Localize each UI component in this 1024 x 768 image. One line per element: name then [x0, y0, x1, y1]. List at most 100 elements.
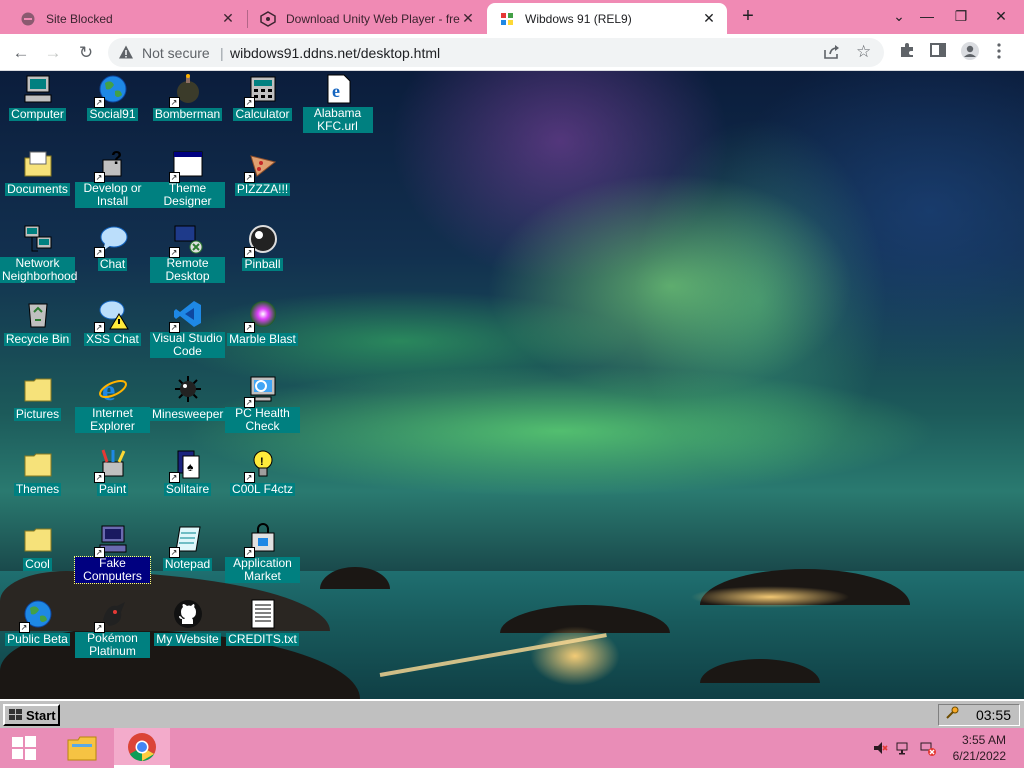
computer-icon: [22, 73, 54, 105]
desktop-icon-network-neighborhood[interactable]: Network Neighborhood: [0, 223, 77, 285]
desktop-icon-label: Social91: [87, 107, 138, 121]
forward-button[interactable]: →: [40, 40, 66, 66]
desktop-icon-pinball[interactable]: ↗ Pinball: [225, 223, 300, 273]
desktop-icon-pc-health-check[interactable]: ↗ PC Health Check: [225, 373, 300, 435]
profile-avatar-icon[interactable]: [960, 41, 980, 66]
desktop-icon-label: Themes: [13, 482, 62, 496]
desktop-icon-themes[interactable]: Themes: [0, 448, 75, 498]
desktop-icon-theme-designer[interactable]: ↗ Theme Designer: [150, 148, 225, 210]
mine-icon: [172, 373, 204, 405]
desktop-icon-pizza[interactable]: ↗ PIZZZA!!!: [225, 148, 300, 198]
shortcut-arrow-icon: ↗: [93, 247, 105, 258]
desktop-icon-pokemon-platinum[interactable]: ↗ Pokémon Platinum: [75, 598, 150, 660]
desktop-icon-application-market[interactable]: ↗ Application Market: [225, 523, 300, 585]
desktop-icon-label: Minesweeper: [150, 407, 225, 421]
w91-system-tray: 03:55: [938, 704, 1020, 726]
desktop-icon-remote-desktop[interactable]: ↗ Remote Desktop: [150, 223, 225, 285]
desktop-icon-alabama-kfc[interactable]: e Alabama KFC.url: [300, 73, 375, 135]
notepad-icon: ↗: [168, 523, 204, 558]
desktop-icon-develop-install[interactable]: ? ↗ Develop or Install: [75, 148, 150, 210]
desktop-icon-solitaire[interactable]: ♠ ↗ Solitaire: [150, 448, 225, 498]
desktop-icon-xss-chat[interactable]: ↗ XSS Chat: [75, 298, 150, 348]
desktop-icon-my-website[interactable]: My Website: [150, 598, 225, 648]
share-icon[interactable]: [822, 43, 840, 66]
desktop-icon-internet-explorer[interactable]: e Internet Explorer: [75, 373, 150, 435]
desktop-icon-label: Calculator: [233, 107, 292, 121]
file-explorer-icon: [67, 736, 97, 761]
shortcut-arrow-icon: ↗: [243, 97, 255, 108]
warning-icon[interactable]: [118, 44, 134, 65]
taskbar-file-explorer[interactable]: [54, 728, 110, 768]
close-window-button[interactable]: ✕: [984, 0, 1018, 34]
desktop-icon-label: Pinball: [242, 257, 283, 271]
bookmark-star-icon[interactable]: ☆: [856, 42, 871, 62]
shopping-bag-icon: ↗: [243, 523, 279, 558]
browser-tab-strip: Site Blocked ✕ Download Unity Web Player…: [0, 0, 1024, 34]
desktop-icon-calculator[interactable]: ↗ Calculator: [225, 73, 300, 123]
taskbar-chrome[interactable]: [114, 728, 170, 768]
w91-start-button[interactable]: Start: [3, 704, 60, 726]
security-status[interactable]: Not secure: [142, 45, 210, 61]
desktop-icon-label: Pokémon Platinum: [75, 632, 150, 658]
extensions-puzzle-icon[interactable]: [898, 41, 916, 64]
svg-text:e: e: [332, 81, 340, 101]
tab-wibdows-91[interactable]: Wibdows 91 (REL9) ✕: [487, 3, 727, 34]
desktop-icon-cool[interactable]: Cool: [0, 523, 75, 573]
tab-close-icon[interactable]: ✕: [460, 10, 476, 27]
network-icon[interactable]: [896, 740, 912, 756]
side-panel-icon[interactable]: [929, 41, 947, 64]
desktop-icon-minesweeper[interactable]: Minesweeper: [150, 373, 225, 423]
shortcut-arrow-icon: ↗: [93, 622, 105, 633]
desktop-icon-pictures[interactable]: Pictures: [0, 373, 75, 423]
menu-kebab-icon[interactable]: [996, 43, 1002, 64]
tab-close-icon[interactable]: ✕: [220, 10, 236, 27]
address-bar[interactable]: Not secure | wibdows91.ddns.net/desktop.…: [108, 38, 884, 67]
desktop-icon-computer[interactable]: Computer: [0, 73, 75, 123]
health-check-icon: ↗: [243, 373, 279, 408]
desktop-icon-marble-blast[interactable]: ↗ Marble Blast: [225, 298, 300, 348]
desktop-icon-chat[interactable]: ↗ Chat: [75, 223, 150, 273]
desktop-icon-documents[interactable]: Documents: [0, 148, 75, 198]
desktop-icon-credits[interactable]: CREDITS.txt: [225, 598, 300, 648]
wibdows91-desktop[interactable]: Computer ↗ Social91 ↗ Bomberman ↗ Calcul…: [0, 71, 1024, 728]
globe-icon: ↗: [93, 73, 129, 108]
desktop-icon-label: Pictures: [13, 407, 62, 421]
url-text[interactable]: wibdows91.ddns.net/desktop.html: [230, 45, 440, 61]
url-separator: |: [220, 45, 224, 61]
restore-button[interactable]: ❐: [944, 0, 978, 34]
tab-site-blocked[interactable]: Site Blocked ✕: [0, 3, 246, 34]
desktop-icon-social91[interactable]: ↗ Social91: [75, 73, 150, 123]
desktop-icon-label: Cool: [23, 557, 52, 571]
desktop-icon-bomberman[interactable]: ↗ Bomberman: [150, 73, 225, 123]
desktop-icon-visual-studio-code[interactable]: ↗ Visual Studio Code: [150, 298, 225, 360]
desktop-icon-fake-computers[interactable]: ↗ Fake Computers: [74, 523, 151, 585]
minimize-button[interactable]: —: [910, 0, 944, 34]
key-icon[interactable]: [945, 706, 959, 725]
paint-icon: ↗: [93, 448, 129, 483]
shortcut-arrow-icon: ↗: [243, 172, 255, 183]
shortcut-arrow-icon: ↗: [168, 322, 180, 333]
desktop-icon-recycle-bin[interactable]: Recycle Bin: [0, 298, 75, 348]
browser-toolbar: ← → ↻ Not secure | wibdows91.ddns.net/de…: [0, 34, 1024, 71]
desktop-icon-notepad[interactable]: ↗ Notepad: [150, 523, 225, 573]
text-file-icon: [247, 598, 279, 630]
desktop-icon-cool-facts[interactable]: ! ↗ C00L F4ctz: [225, 448, 300, 498]
start-label: Start: [26, 707, 56, 723]
desktop-icon-label: Application Market: [225, 557, 300, 583]
windows-start-button[interactable]: [0, 728, 48, 768]
w91-clock[interactable]: 03:55: [976, 707, 1011, 723]
tab-unity-web-player[interactable]: Download Unity Web Player - fre ✕: [248, 3, 486, 34]
unity-icon: [260, 10, 276, 27]
windows-clock[interactable]: 3:55 AM 6/21/2022: [953, 732, 1006, 764]
lightbulb-icon: ! ↗: [243, 448, 279, 483]
speaker-muted-icon[interactable]: [872, 740, 888, 756]
desktop-icon-label: Paint: [96, 482, 129, 496]
tab-label: Site Blocked: [46, 11, 113, 26]
desktop-icon-paint[interactable]: ↗ Paint: [75, 448, 150, 498]
new-tab-button[interactable]: +: [737, 6, 759, 26]
back-button[interactable]: ←: [8, 40, 34, 66]
tab-close-icon[interactable]: ✕: [701, 10, 717, 27]
desktop-icon-public-beta[interactable]: ↗ Public Beta: [0, 598, 75, 648]
reload-button[interactable]: ↻: [73, 40, 99, 66]
network-disconnected-icon[interactable]: [920, 740, 936, 756]
